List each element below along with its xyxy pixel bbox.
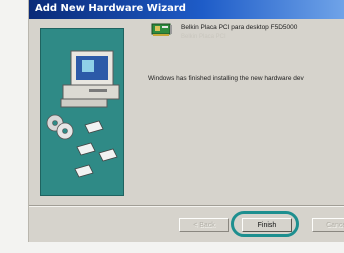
- wizard-window: Add New Hardware Wizard Belkin Placa PCI…: [29, 0, 344, 242]
- computer-icon: [60, 50, 120, 108]
- banner-illustration: [46, 50, 120, 178]
- button-divider: [29, 205, 344, 207]
- title-bar[interactable]: Add New Hardware Wizard: [29, 0, 344, 19]
- device-name: Belkin Placa PCI para desktop F5D5000: [181, 24, 298, 31]
- floppy-disk-icon: [74, 120, 118, 178]
- cancel-button[interactable]: Cancel: [312, 218, 344, 232]
- network-card-icon: [151, 23, 172, 36]
- wizard-banner: [40, 28, 124, 196]
- back-button[interactable]: < Back: [179, 218, 229, 232]
- device-subtitle: Belkin Placa PCI: [181, 34, 226, 40]
- completion-message: Windows has finished installing the new …: [148, 75, 304, 82]
- window-title: Add New Hardware Wizard: [35, 3, 186, 14]
- finish-highlight-ring: [231, 211, 299, 237]
- cd-disc-icon: [46, 114, 74, 140]
